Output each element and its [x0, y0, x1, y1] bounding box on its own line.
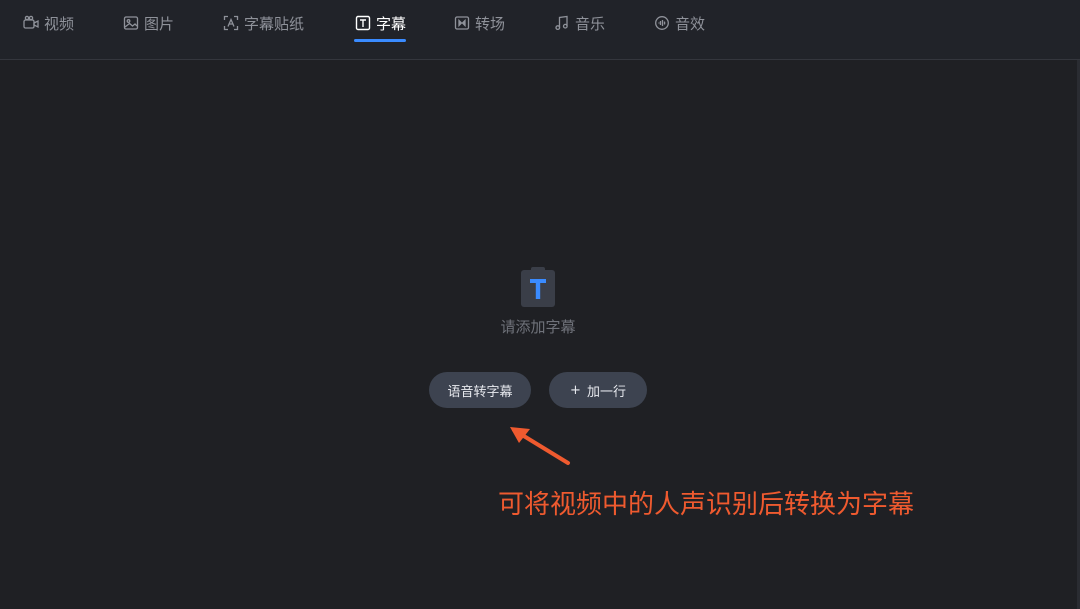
tab-sound-effect-label: 音效: [675, 14, 706, 33]
annotation-caption: 可将视频中的人声识别后转换为字幕: [498, 490, 915, 520]
add-line-button[interactable]: + 加一行: [549, 372, 647, 408]
speech-to-subtitle-label: 语音转字幕: [447, 384, 513, 400]
speech-to-subtitle-button[interactable]: 语音转字幕: [429, 372, 531, 408]
sound-effect-icon: [654, 15, 670, 31]
text-t-icon: [355, 15, 371, 31]
tab-music[interactable]: 音乐: [554, 12, 605, 34]
tab-music-label: 音乐: [575, 14, 606, 33]
video-camera-icon: [23, 15, 39, 31]
annotation-arrow: [510, 427, 570, 465]
active-tab-indicator: [354, 39, 406, 42]
subtitle-t-icon: [520, 266, 556, 308]
image-icon: [123, 15, 139, 31]
tab-subtitle-sticker[interactable]: 字幕贴纸: [223, 12, 304, 34]
subtitle-editor-panel: 视频 图片 字幕贴纸 字幕 转场 音乐 音效 请添加字幕 语音转字幕 + 加一行…: [0, 0, 1080, 609]
empty-state-message: 请添加字幕: [500, 318, 576, 336]
tab-video-label: 视频: [44, 14, 75, 33]
tab-subtitle-label: 字幕: [376, 14, 407, 33]
tab-subtitle-sticker-label: 字幕贴纸: [244, 14, 305, 33]
tab-subtitle[interactable]: 字幕: [355, 12, 406, 34]
tab-image-label: 图片: [144, 14, 175, 33]
add-line-label: 加一行: [586, 384, 626, 400]
transition-icon: [454, 15, 470, 31]
tab-sound-effect[interactable]: 音效: [654, 12, 705, 34]
tab-transition-label: 转场: [475, 14, 506, 33]
music-note-icon: [554, 15, 570, 31]
sticker-icon: [223, 15, 239, 31]
media-tab-bar: 视频 图片 字幕贴纸 字幕 转场 音乐 音效: [0, 0, 1080, 60]
plus-icon: +: [570, 382, 581, 398]
tab-video[interactable]: 视频: [23, 12, 74, 34]
tab-transition[interactable]: 转场: [454, 12, 505, 34]
tab-image[interactable]: 图片: [123, 12, 174, 34]
